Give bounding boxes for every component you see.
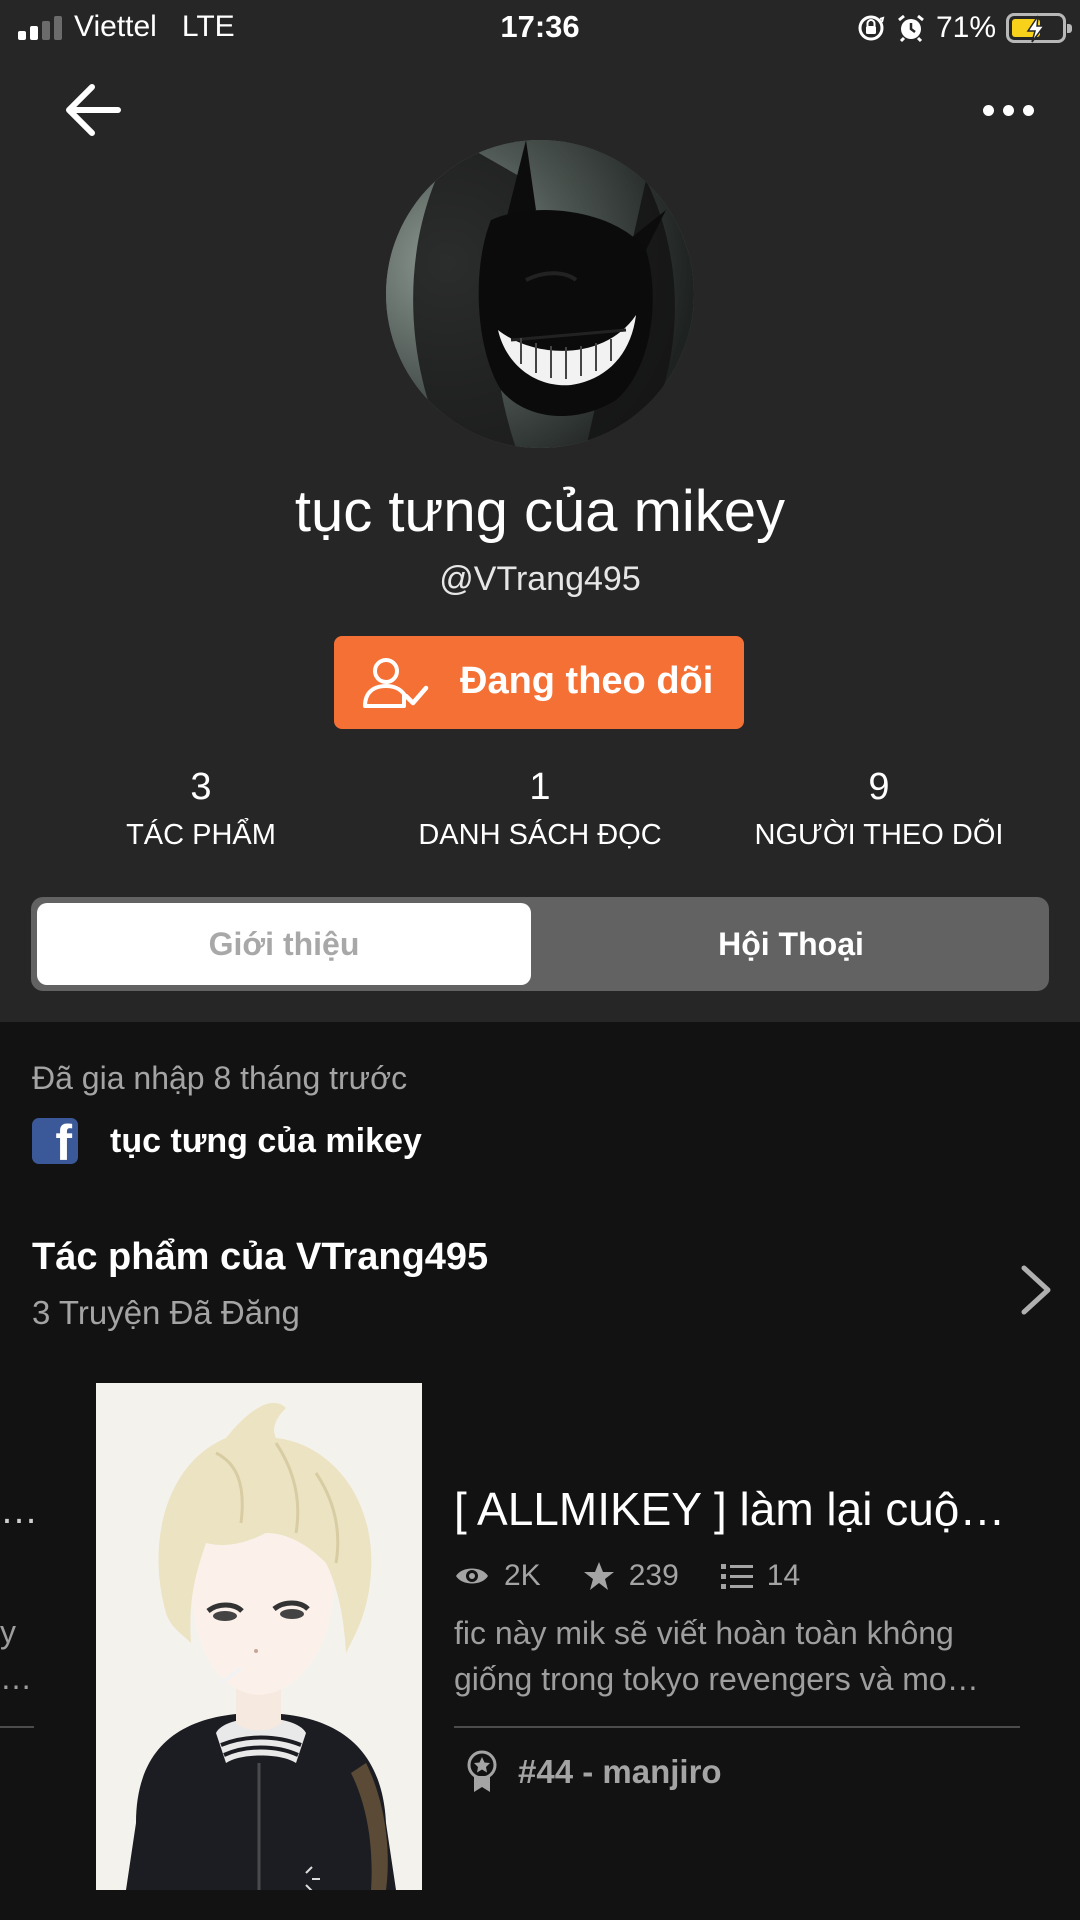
story-description: fic này mik sẽ viết hoàn toàn không giốn…	[454, 1610, 1020, 1702]
eye-icon	[456, 1568, 488, 1584]
avatar[interactable]	[386, 140, 694, 448]
award-icon	[467, 1750, 497, 1792]
story-parts-value: 14	[766, 1559, 801, 1592]
username: @VTrang495	[439, 560, 641, 598]
stat-works-label: TÁC PHẨM	[126, 819, 276, 851]
story-rank-label: #44 - manjiro	[518, 1753, 722, 1790]
stat-followers-label: NGƯỜI THEO DÕI	[754, 819, 1004, 851]
previous-story-desc-fragment: y	[0, 1614, 16, 1650]
stat-followers[interactable]: 9 NGƯỜI THEO DÕI	[709, 766, 1049, 852]
stat-reading-lists-value: 1	[529, 766, 551, 808]
stat-works[interactable]: 3 TÁC PHẨM	[31, 766, 371, 852]
more-options-button[interactable]	[954, 90, 1034, 130]
chevron-right-icon	[1021, 1265, 1051, 1315]
story-reads: 2K	[454, 1559, 541, 1593]
back-arrow-icon	[66, 84, 121, 136]
alarm-icon	[898, 14, 924, 43]
display-name: tục tưng của mikey	[294, 479, 786, 544]
star-icon	[583, 1562, 614, 1590]
status-right: 71%	[856, 8, 1072, 48]
stat-reading-lists-label: DANH SÁCH ĐỌC	[418, 819, 662, 851]
joined-date: Đã gia nhập 8 tháng trước	[32, 1060, 408, 1096]
works-see-all-button[interactable]	[1016, 1262, 1056, 1318]
story-description-line-1: fic này mik sẽ viết hoàn toàn không	[454, 1615, 954, 1651]
stat-reading-lists[interactable]: 1 DANH SÁCH ĐỌC	[370, 766, 710, 852]
story-stats: 2K 239 14	[454, 1556, 842, 1596]
orientation-lock-icon	[858, 15, 885, 41]
battery-percent: 71%	[935, 11, 996, 44]
story-description-line-2: giống trong tokyo revengers và mo…	[454, 1661, 979, 1697]
tab-conversations[interactable]: Hội Thoại	[541, 903, 1041, 985]
story-votes: 239	[583, 1559, 679, 1593]
previous-story-desc-fragment-2: …	[0, 1660, 32, 1696]
stat-followers-value: 9	[868, 766, 890, 808]
story-parts: 14	[720, 1559, 801, 1593]
more-dots-icon	[983, 104, 1034, 116]
facebook-icon: f	[32, 1118, 78, 1164]
user-check-icon	[363, 658, 429, 708]
story-title[interactable]: [ ALLMIKEY ] làm lại cuộ…	[454, 1482, 1034, 1536]
story-divider	[454, 1726, 1020, 1728]
previous-story-divider	[0, 1726, 34, 1728]
story-reads-value: 2K	[504, 1559, 541, 1592]
works-count: 3 Truyện Đã Đăng	[32, 1294, 300, 1331]
story-votes-value: 239	[628, 1559, 679, 1592]
following-button-label: Đang theo dõi	[460, 660, 714, 702]
works-section-title[interactable]: Tác phẩm của VTrang495	[32, 1236, 488, 1279]
list-icon	[720, 1564, 753, 1589]
story-ranking[interactable]: #44 - manjiro	[466, 1750, 722, 1794]
battery-icon	[1006, 13, 1072, 43]
tab-about[interactable]: Giới thiệu	[37, 903, 531, 985]
previous-story-title-fragment[interactable]: …	[0, 1490, 38, 1533]
profile-tabs: Giới thiệu Hội Thoại	[31, 897, 1049, 991]
back-button[interactable]	[60, 78, 130, 142]
story-cover[interactable]	[96, 1383, 422, 1890]
status-bar: Viettel LTE 17:36 71%	[0, 0, 1080, 56]
stat-works-value: 3	[190, 766, 212, 808]
facebook-link[interactable]: tục tưng của mikey	[110, 1122, 422, 1161]
following-button[interactable]: Đang theo dõi	[334, 636, 744, 729]
